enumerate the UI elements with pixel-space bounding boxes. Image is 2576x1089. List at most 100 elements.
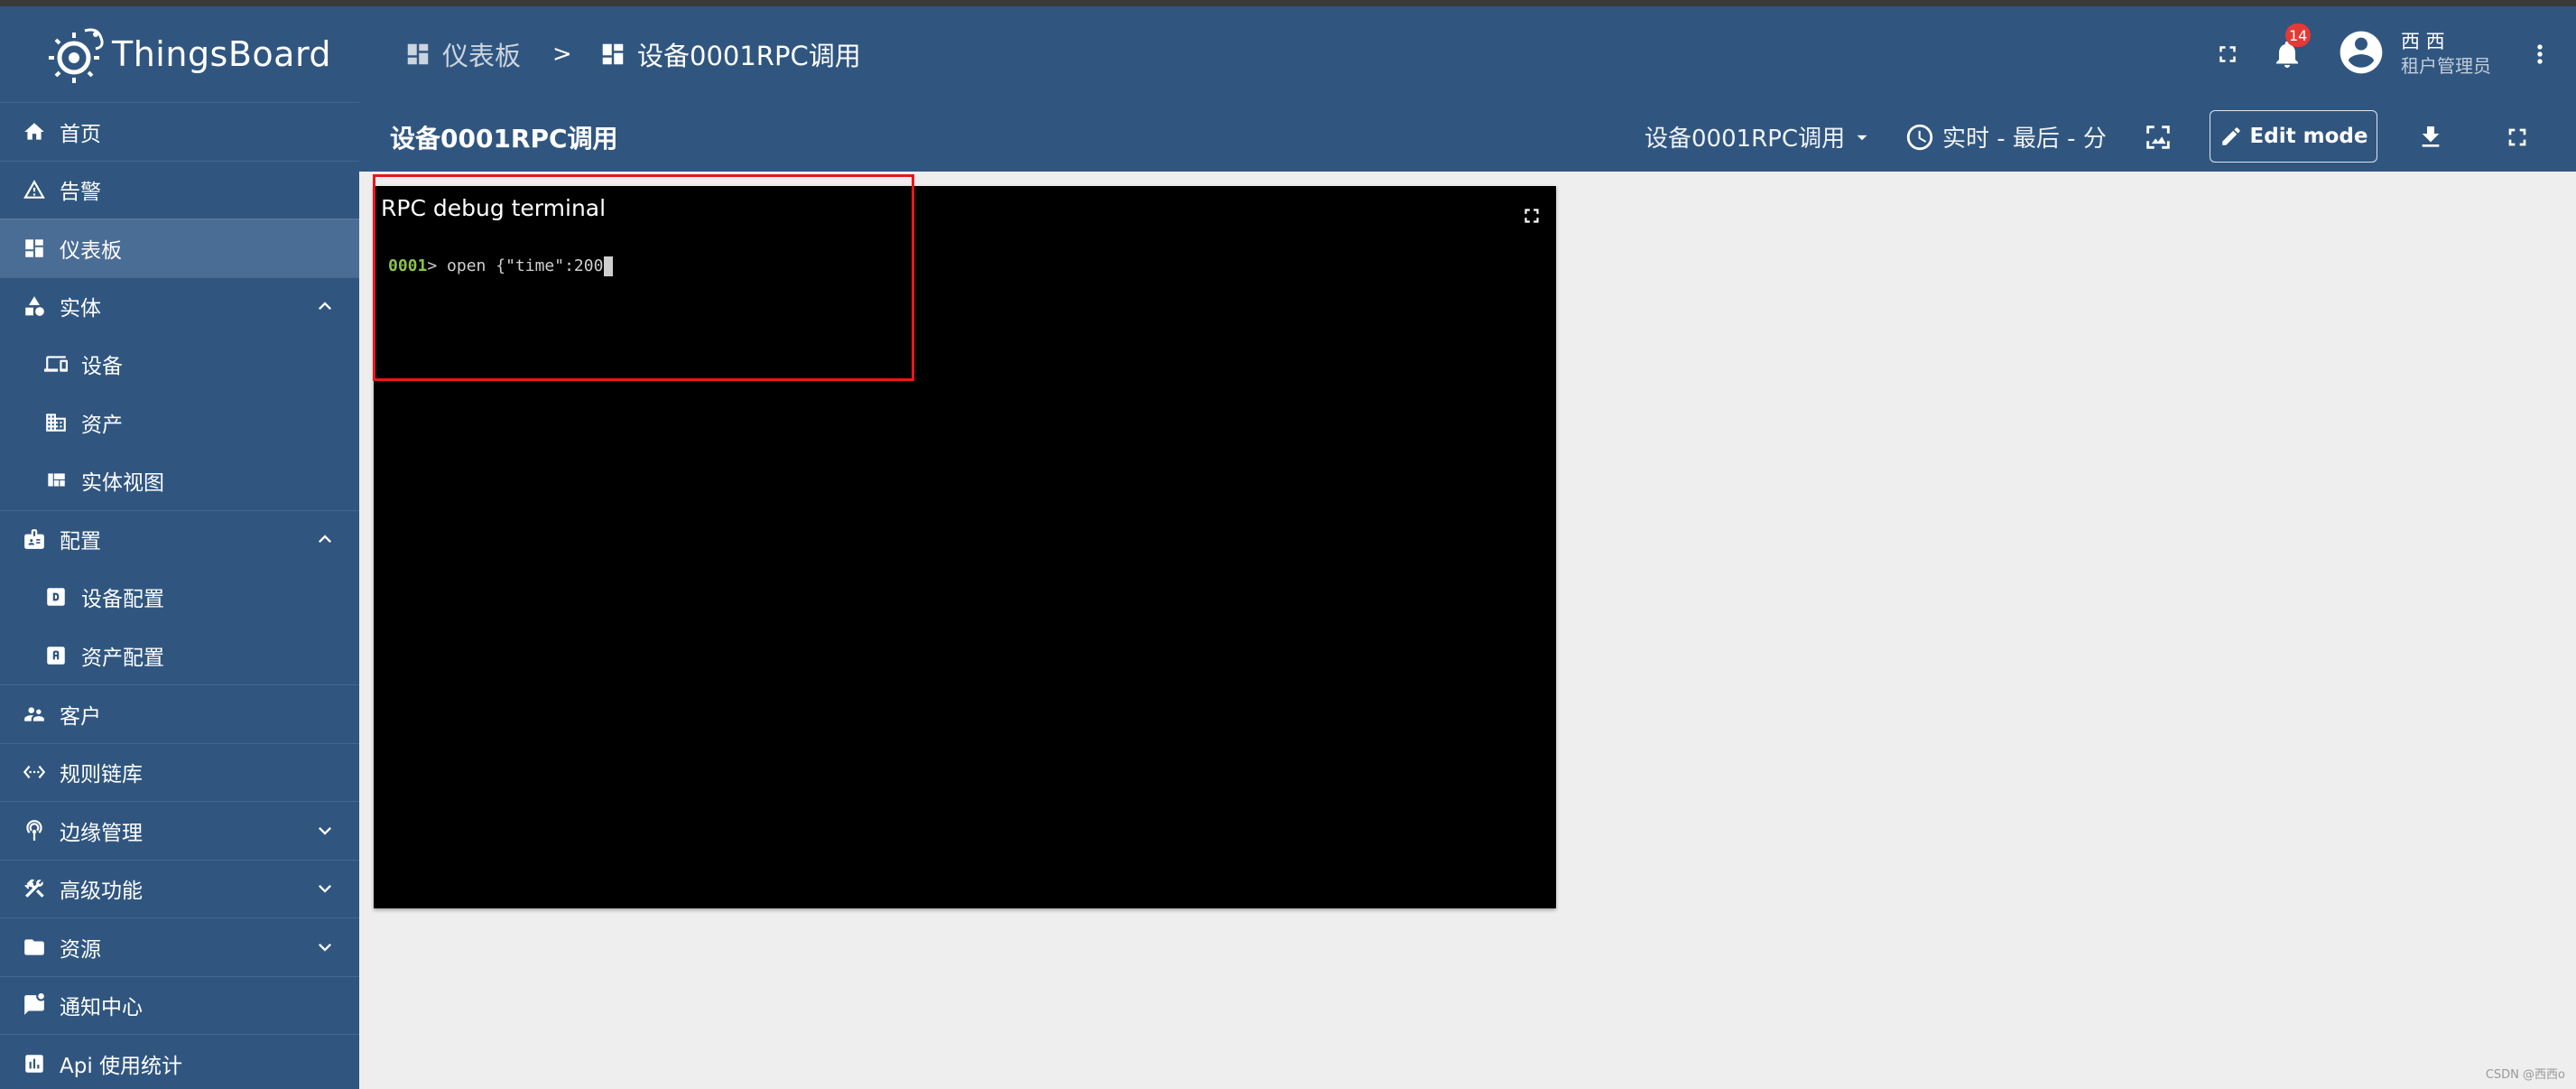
folder-icon [22,935,47,960]
fullscreen-icon [2219,46,2236,62]
more-menu-button[interactable] [2520,6,2560,102]
sidebar-item-label: 首页 [60,122,101,146]
sidebar-item-label: 告警 [60,181,101,205]
dashboard-icon [407,43,429,65]
sidebar-item-assets[interactable]: 资产 [0,394,359,452]
domain-icon [43,410,69,435]
badge-icon [22,526,47,552]
dashboard-fullscreen-button[interactable] [2495,102,2540,172]
supervisor-account-icon [22,702,47,727]
sidebar-item-label: 实体视图 [81,471,164,496]
breadcrumb-label: 仪表板 [442,41,522,71]
breadcrumb-current-dashboard: 设备0001RPC调用 [599,6,861,102]
sidebar-item-rule-chains[interactable]: 规则链库 [0,742,359,802]
sidebar-item-profiles[interactable]: 配置 [0,509,359,569]
chevron-down-icon [312,935,338,960]
construction-icon [22,876,47,901]
sidebar-item-label: 设备配置 [81,588,164,612]
export-image-button[interactable] [2136,102,2181,172]
sidebar-item-label: 资产配置 [81,646,164,670]
download-icon [2422,126,2440,147]
account-circle-icon [2336,27,2386,81]
sidebar-item-entity-views[interactable]: 实体视图 [0,451,359,510]
logo-text: ThingsBoard [112,34,332,74]
sidebar-item-home[interactable]: 首页 [0,102,359,161]
notification-count-badge: 14 [2285,23,2312,47]
sidebar-item-asset-profiles[interactable]: 资产配置 [0,627,359,685]
chevron-up-icon [312,526,338,552]
sidebar-item-notification-center[interactable]: 通知中心 [0,975,359,1035]
edit-mode-button[interactable]: Edit mode [2210,110,2377,163]
user-menu[interactable]: 西 西 租户管理员 [2336,6,2491,102]
timewindow-button[interactable]: 实时 - 最后 - 分 [1904,102,2107,172]
watermark: CSDN @西西o [2485,1068,2565,1082]
fullscreen-icon [1524,209,1539,223]
edit-mode-label: Edit mode [2249,125,2368,148]
fullscreen-button[interactable] [2201,6,2255,102]
sidebar-item-resources[interactable]: 资源 [0,917,359,976]
dashboard-state-select[interactable]: 设备0001RPC调用 [1645,102,1874,172]
chevron-down-icon [312,818,338,843]
sidebar-item-customers[interactable]: 客户 [0,684,359,743]
sidebar-item-label: 资源 [60,937,101,962]
sidebar-item-alarms[interactable]: 告警 [0,160,359,219]
sidebar-item-label: 边缘管理 [60,821,143,845]
annotation-highlight-box [373,174,914,381]
sidebar-item-label: 资产 [81,413,123,437]
sidebar-item-advanced-features[interactable]: 高级功能 [0,859,359,918]
top-toolbar: 仪表板 > 设备0001RPC调用 14 西 西 租户管理员 [359,6,2576,102]
dashboard-toolbar: 设备0001RPC调用 设备0001RPC调用 实时 - 最后 - 分 Edit… [359,102,2576,172]
sidebar-item-label: 通知中心 [60,996,143,1020]
category-icon [22,293,47,319]
sidebar-item-devices[interactable]: 设备 [0,335,359,394]
view-quilt-icon [43,468,69,493]
dashboard-icon [602,43,624,65]
timewindow-label: 实时 - 最后 - 分 [1942,126,2107,153]
sidebar: ThingsBoard 首页 告警 仪表板 实体 设备 资产 实体视图 配置 设… [0,6,359,1089]
devices-icon [43,351,69,377]
sidebar-item-label: 客户 [60,704,101,729]
insert-chart-icon [22,1051,47,1076]
sidebar-item-label: Api 使用统计 [60,1054,183,1078]
pencil-icon [2221,127,2240,145]
breadcrumb-dashboards[interactable]: 仪表板 [404,6,521,102]
fullscreen-icon [2508,128,2526,145]
logo[interactable]: ThingsBoard [0,6,359,102]
dashboard-state-value: 设备0001RPC调用 [1645,126,1846,153]
router-icon [22,818,47,843]
dashboard-title: 设备0001RPC调用 [390,123,618,154]
chevron-up-icon [312,293,338,319]
more-vert-icon [2537,44,2543,64]
user-name: 西 西 [2401,31,2445,52]
thingsboard-logo-icon [49,28,104,83]
download-button[interactable] [2408,102,2453,172]
settings-ethernet-icon [22,759,47,785]
warning-icon [22,177,47,202]
sidebar-item-label: 规则链库 [60,763,143,787]
dashboard-icon [22,236,47,261]
clock-icon [1906,124,1933,150]
mark-chat-unread-icon [22,992,47,1018]
breadcrumb-separator: > [552,41,572,68]
chevron-down-icon [312,876,338,901]
breadcrumb-label: 设备0001RPC调用 [637,41,861,71]
sidebar-item-device-profiles[interactable]: 设备配置 [0,568,359,627]
sidebar-item-api-usage[interactable]: Api 使用统计 [0,1034,359,1089]
asset-profile-icon [43,643,69,668]
device-profile-icon [43,584,69,610]
sidebar-item-edge-management[interactable]: 边缘管理 [0,801,359,860]
home-icon [22,119,47,144]
sidebar-item-dashboards[interactable]: 仪表板 [0,219,359,277]
sidebar-item-label: 高级功能 [60,880,143,904]
sidebar-item-label: 配置 [60,530,101,554]
user-role: 租户管理员 [2401,55,2491,77]
widget-fullscreen-button[interactable] [1520,204,1543,228]
image-frame-icon [2146,125,2170,149]
arrow-drop-down-icon [1857,135,1867,140]
sidebar-item-label: 设备 [81,355,123,379]
sidebar-item-entities[interactable]: 实体 [0,276,359,336]
notifications-button[interactable]: 14 [2260,6,2314,102]
window-top-strip [0,0,2576,6]
sidebar-item-label: 实体 [60,297,101,321]
sidebar-item-label: 仪表板 [60,238,122,263]
